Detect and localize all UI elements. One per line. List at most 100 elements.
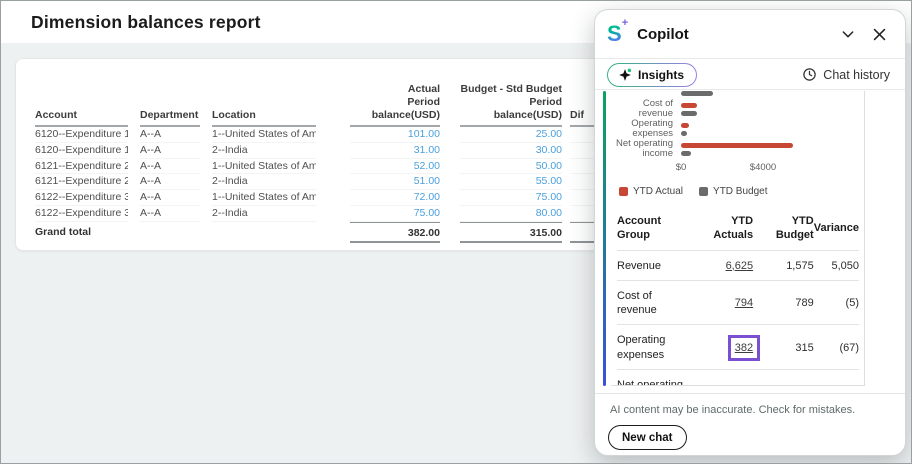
department-cell: A--A [140, 127, 200, 143]
variance-cell: 4,978 [814, 369, 859, 386]
chart-category-label: Operating expenses [613, 119, 673, 140]
account-cell: 6120--Expenditure 1 [35, 127, 128, 143]
ai-disclaimer-text: AI content may be inaccurate. Check for … [610, 404, 855, 416]
chart-category-group: Operating expenses [613, 119, 858, 139]
actual-value-link[interactable]: 52.00 [350, 159, 440, 175]
ytd-budget-cell: 315 [753, 325, 814, 370]
account-cell: 6120--Expenditure 1 [35, 143, 128, 159]
ytd-actuals-link[interactable]: 794 [735, 297, 753, 309]
variance-cell: 5,050 [814, 250, 859, 280]
legend-swatch [619, 187, 628, 196]
table-row: 6120--Expenditure 1 A--A 1--United States … [35, 127, 620, 143]
insights-button[interactable]: Insights [607, 63, 697, 87]
legend-label: YTD Budget [713, 186, 767, 197]
budget-value-link[interactable]: 50.00 [460, 159, 562, 175]
actual-value-link[interactable]: 31.00 [350, 143, 440, 159]
bar-ytd-actual [681, 103, 697, 108]
table-row: 6122--Expenditure 3A--A2--India75.0080.0… [35, 206, 620, 222]
copilot-panel: S+ Copilot Insights [594, 9, 906, 456]
chevron-down-icon [840, 26, 856, 42]
sparkle-icon [618, 68, 632, 82]
actual-value-link[interactable]: 51.00 [350, 174, 440, 190]
copilot-logo-icon: S+ [607, 23, 628, 46]
ytd-actuals-cell: 794 [691, 280, 753, 325]
copilot-column-header: Account Group [617, 207, 691, 250]
department-cell: A--A [140, 190, 200, 206]
ytd-budget-cell: 471 [753, 369, 814, 386]
legend-item: YTD Budget [699, 186, 767, 197]
insights-button-label: Insights [638, 68, 684, 82]
column-header-budget-line2: Period balance(USD) [460, 96, 562, 122]
x-axis-tick: $0 [676, 162, 687, 173]
budget-value-link[interactable]: 75.00 [460, 190, 562, 206]
account-group-cell: Net operating income [617, 369, 691, 386]
copilot-accent-gradient-bar [603, 91, 606, 386]
ytd-actuals-cell: 382 [691, 325, 753, 370]
chat-history-button[interactable]: Chat history [802, 67, 890, 82]
chart-category-label: Cost of revenue [613, 99, 673, 120]
variance-cell: (5) [814, 280, 859, 325]
copilot-table-row: Net operating income5,4494714,978 [617, 369, 859, 386]
table-row: 6122--Expenditure 3A--A1--United States … [35, 190, 620, 206]
grand-total-actual: 382.00 [350, 222, 440, 243]
account-cell: 6121--Expenditure 2 [35, 174, 128, 190]
copilot-table-row: Operating expenses382315(67) [617, 325, 859, 370]
table-row: 6121--Expenditure 2A--A2--India51.0055.0… [35, 174, 620, 190]
legend-swatch [699, 187, 708, 196]
location-cell: 2--India [212, 206, 316, 222]
budget-value-link[interactable]: 25.00 [460, 127, 562, 143]
location-cell: 2--India [212, 143, 316, 159]
copilot-header: S+ Copilot [595, 10, 905, 59]
department-cell: A--A [140, 143, 200, 159]
copilot-table-header-row: Account GroupYTD ActualsYTD BudgetVarian… [617, 207, 859, 250]
chart-x-axis: $0$4000 [613, 162, 858, 175]
ytd-actuals-link[interactable]: 6,625 [726, 260, 754, 272]
grand-total-row: Grand total382.00315.00 [35, 222, 620, 243]
location-cell: 1--United States of America [212, 190, 316, 206]
column-header-budget-line1: Budget - Std Budget [460, 83, 562, 96]
chart-bars [681, 143, 858, 156]
copilot-toolbar: Insights Chat history [595, 60, 905, 90]
column-header-actual-line1: Actual [350, 83, 440, 96]
chart-bars [681, 103, 858, 116]
ytd-bar-chart: RevenueCost of revenueOperating expenses… [613, 91, 858, 199]
account-cell: 6121--Expenditure 2 [35, 159, 128, 175]
chart-category-label: Net operating income [613, 139, 673, 160]
copilot-insights-body: RevenueCost of revenueOperating expenses… [595, 91, 905, 386]
close-icon [871, 26, 888, 43]
copilot-logo-plus: + [622, 17, 628, 29]
table-row: 6121--Expenditure 2A--A1--United States … [35, 159, 620, 175]
legend-label: YTD Actual [633, 186, 683, 197]
grand-total-budget: 315.00 [460, 222, 562, 243]
bar-ytd-budget [681, 91, 713, 96]
close-panel-button[interactable] [871, 26, 888, 43]
department-cell: A--A [140, 159, 200, 175]
ytd-actuals-link-highlighted[interactable]: 382 [735, 342, 753, 354]
budget-value-link[interactable]: 55.00 [460, 174, 562, 190]
copilot-column-header: YTD Actuals [691, 207, 753, 250]
report-table-header-row: Account Department Location Actual Perio… [35, 83, 620, 127]
account-group-table: Account GroupYTD ActualsYTD BudgetVarian… [617, 207, 859, 386]
location-cell: 1--United States of America [212, 127, 316, 143]
ytd-actuals-cell: 6,625 [691, 250, 753, 280]
ytd-actuals-cell: 5,449 [691, 369, 753, 386]
actual-value-link[interactable]: 101.00 [350, 127, 440, 143]
budget-value-link[interactable]: 80.00 [460, 206, 562, 222]
report-table: Account Department Location Actual Perio… [35, 83, 620, 243]
budget-value-link[interactable]: 30.00 [460, 143, 562, 159]
new-chat-button[interactable]: New chat [608, 425, 687, 450]
bar-ytd-actual [681, 123, 689, 128]
copilot-table-row: Cost of revenue794789(5) [617, 280, 859, 325]
page-title: Dimension balances report [31, 12, 261, 33]
chart-category-group: Cost of revenue [613, 99, 858, 119]
report-table-body: 6120--Expenditure 1 A--A 1--United States … [35, 127, 620, 242]
column-header-actual-line2: Period balance(USD) [350, 96, 440, 122]
legend-item: YTD Actual [619, 186, 683, 197]
column-header-actual: Actual Period balance(USD) [350, 83, 440, 127]
insights-card: RevenueCost of revenueOperating expenses… [611, 91, 865, 386]
actual-value-link[interactable]: 75.00 [350, 206, 440, 222]
actual-value-link[interactable]: 72.00 [350, 190, 440, 206]
collapse-panel-button[interactable] [840, 26, 856, 42]
account-group-cell: Cost of revenue [617, 280, 691, 325]
chart-legend: YTD Actual YTD Budget [619, 183, 858, 199]
